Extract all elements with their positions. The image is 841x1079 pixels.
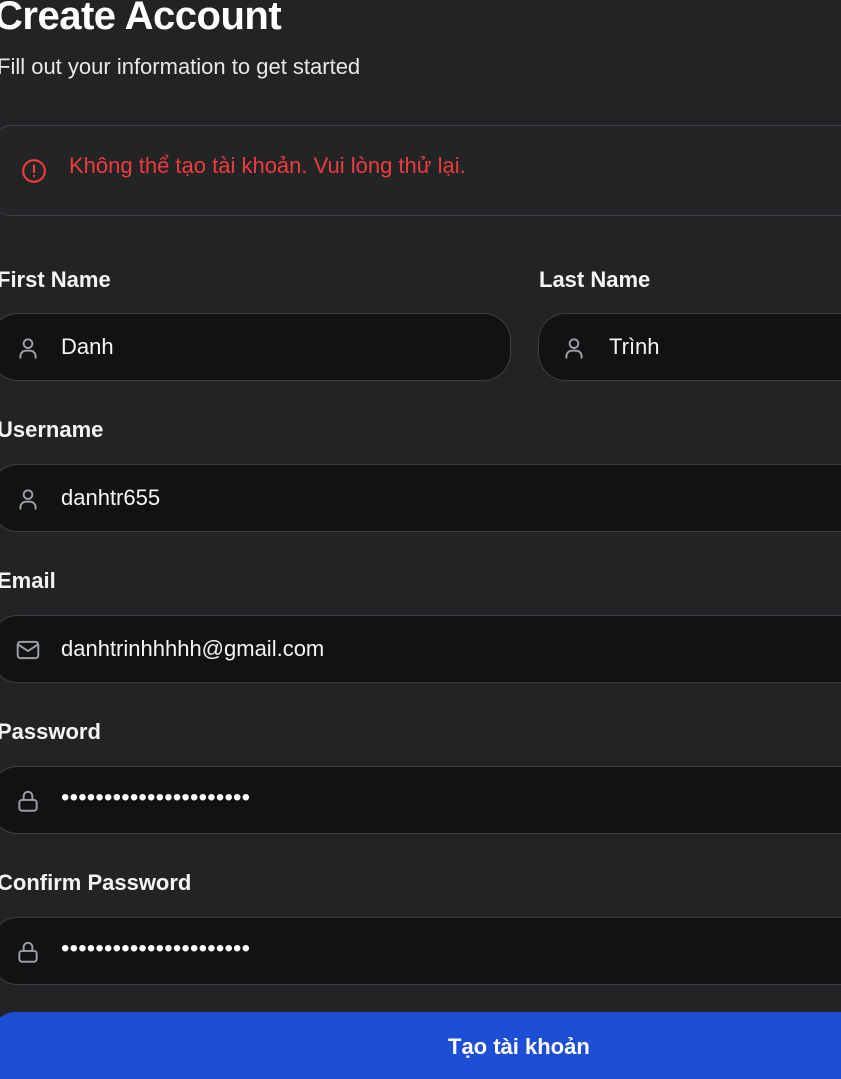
user-icon: [19, 338, 37, 359]
password-field[interactable]: ••••••••••••••••••••••: [0, 766, 841, 834]
alert-circle-icon: [22, 159, 46, 183]
first-name-label: First Name: [0, 267, 111, 292]
page-subtitle: Fill out your information to get started: [0, 54, 361, 79]
first-name-value: Danh: [61, 334, 114, 359]
error-alert: Không thể tạo tài khoản. Vui lòng thử lạ…: [0, 125, 841, 216]
email-label: Email: [0, 568, 56, 593]
email-value: danhtrinhhhhh@gmail.com: [61, 636, 325, 661]
lock-icon: [18, 941, 38, 963]
username-field[interactable]: danhtr655: [0, 464, 841, 532]
create-account-page: Create Account Fill out your information…: [0, 0, 841, 1079]
mail-icon: [16, 640, 40, 660]
confirm-password-field[interactable]: ••••••••••••••••••••••: [0, 917, 841, 985]
username-value: danhtr655: [61, 485, 161, 510]
confirm-password-value: ••••••••••••••••••••••: [61, 935, 251, 962]
confirm-password-label: Confirm Password: [0, 870, 192, 895]
user-icon: [565, 338, 583, 359]
create-account-button-label: Tạo tài khoản: [448, 1034, 590, 1059]
email-field[interactable]: danhtrinhhhhh@gmail.com: [0, 615, 841, 683]
user-icon: [19, 489, 37, 510]
last-name-value: Trình: [609, 334, 660, 359]
last-name-field[interactable]: Trình: [538, 313, 841, 381]
username-label: Username: [0, 417, 104, 442]
page-title: Create Account: [0, 0, 282, 38]
error-message: Không thể tạo tài khoản. Vui lòng thử lạ…: [69, 153, 466, 178]
last-name-label: Last Name: [539, 267, 651, 292]
lock-icon: [18, 790, 38, 812]
password-label: Password: [0, 719, 101, 744]
create-account-button[interactable]: Tạo tài khoản: [0, 1012, 841, 1079]
first-name-field[interactable]: Danh: [0, 313, 511, 381]
password-value: ••••••••••••••••••••••: [61, 784, 251, 811]
